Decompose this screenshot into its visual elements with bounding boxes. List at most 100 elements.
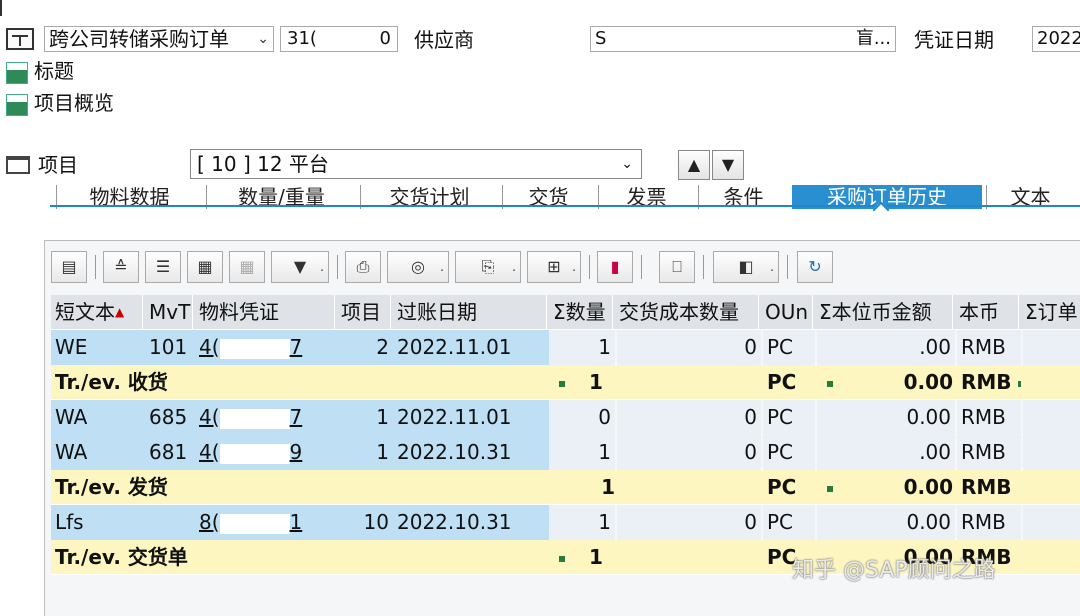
doc-suffix: 9	[290, 440, 303, 464]
cell-item: 1	[337, 435, 393, 470]
refresh-icon[interactable]: ↻	[797, 251, 833, 283]
cell-item: 2	[337, 330, 393, 365]
material-doc-link[interactable]: 4(7	[199, 405, 302, 429]
col-oun[interactable]: OUn	[761, 295, 813, 330]
date-field[interactable]: 2022	[1032, 26, 1080, 52]
watermark: 知乎 @SAP顾问之路	[792, 552, 996, 584]
table-row-subtotal[interactable]: Tr./ev. 发货 1 PC 0.00 RMB	[51, 470, 1080, 505]
cell-quantity: 0	[549, 400, 615, 435]
find-icon[interactable]: ▦	[187, 251, 223, 283]
cell-material-doc[interactable]: 4(7	[195, 330, 337, 365]
tree-item-overview-label: 项目概览	[34, 91, 114, 115]
cell-item: 1	[337, 400, 393, 435]
sort-descending-icon[interactable]: ☰	[145, 251, 181, 283]
date-label: 凭证日期	[914, 27, 994, 53]
chevron-down-icon: ⌄	[621, 150, 633, 178]
table-row[interactable]: Lfs 8(1 10 2022.10.31 1 0 PC 0.00 RMB	[51, 505, 1080, 540]
col-material-doc[interactable]: 物料凭证	[195, 295, 335, 330]
masked-text	[220, 444, 290, 464]
doc-type-select[interactable]: 跨公司转储采购订单 ⌄	[44, 26, 274, 52]
tab-underline	[50, 205, 1080, 207]
material-doc-link[interactable]: 4(7	[199, 335, 302, 359]
cell-posting-date: 2022.11.01	[393, 400, 549, 435]
cell-material-doc[interactable]: 8(1	[195, 505, 337, 540]
info-icon[interactable]: ⎕	[659, 251, 695, 283]
total-marker-icon	[827, 381, 833, 387]
cell-local-amount: .00	[817, 435, 955, 470]
cell-oun: PC	[763, 400, 815, 435]
vendor-value-tail: 盲...	[856, 27, 891, 51]
cell-local-amount: 0.00	[817, 505, 955, 540]
material-doc-link[interactable]: 8(1	[199, 510, 302, 534]
table-row-subtotal[interactable]: Tr./ev. 收货 1 PC 0.00 RMB	[51, 365, 1080, 400]
col-label: 短文本	[55, 300, 115, 324]
cell-delivery-cost-qty: 0	[617, 505, 761, 540]
cell-material-doc[interactable]: 4(9	[195, 435, 337, 470]
doc-type-value: 跨公司转储采购订单	[49, 27, 229, 51]
item-label: 项目	[38, 152, 78, 178]
print-icon[interactable]: ⎙	[345, 251, 381, 283]
col-short-text[interactable]: 短文本▲	[51, 295, 143, 330]
subtotal-qty: 1	[589, 370, 603, 394]
chart-icon[interactable]: ▮	[597, 251, 633, 283]
cell-quantity: 1	[549, 505, 615, 540]
cell-short-text: WE	[51, 330, 145, 365]
cell-short-text: WA	[51, 435, 145, 470]
table-row[interactable]: WA 685 4(7 1 2022.11.01 0 0 PC 0.00 RMB	[51, 400, 1080, 435]
cell-subtotal-label: Tr./ev. 交货单	[51, 540, 351, 575]
cell-mvt	[145, 505, 195, 540]
details-icon[interactable]: ▤	[51, 251, 87, 283]
selection-icon[interactable]: ◧.	[713, 251, 779, 283]
folder-icon	[6, 94, 28, 116]
cell-local-amount: .00	[817, 330, 955, 365]
cell-order	[1023, 435, 1080, 470]
cell-short-text: Lfs	[51, 505, 145, 540]
cell-order	[1023, 330, 1080, 365]
col-order[interactable]: Σ订单	[1021, 295, 1080, 330]
arrow-up-icon[interactable]: ▲	[678, 150, 710, 180]
views-icon[interactable]: ◎.	[387, 251, 449, 283]
document-icon[interactable]	[6, 28, 34, 50]
cell-local-amount: 0.00	[817, 470, 957, 505]
cell-currency: RMB	[957, 365, 1021, 400]
sort-ascending-icon[interactable]: ≙	[103, 251, 139, 283]
cell-posting-date: 2022.10.31	[393, 435, 549, 470]
arrow-down-icon[interactable]: ▼	[712, 150, 744, 180]
col-local-amount[interactable]: Σ本位币金额	[815, 295, 953, 330]
export-icon[interactable]: ⎘.	[455, 251, 521, 283]
cell-material-doc[interactable]: 4(7	[195, 400, 337, 435]
cell-oun: PC	[763, 365, 815, 400]
cell-local-amount: 0.00	[817, 400, 955, 435]
doc-number-field[interactable]: 31( 0	[280, 26, 398, 52]
material-doc-link[interactable]: 4(9	[199, 440, 302, 464]
item-folder-icon[interactable]	[6, 156, 30, 174]
masked-text	[220, 514, 290, 534]
doc-prefix: 8(	[199, 510, 220, 534]
cell-order	[1023, 400, 1080, 435]
col-currency[interactable]: 本币	[955, 295, 1019, 330]
table-row[interactable]: WE 101 4(7 2 2022.11.01 1 0 PC .00 RMB	[51, 330, 1080, 365]
table-row[interactable]: WA 681 4(9 1 2022.10.31 1 0 PC .00 RMB	[51, 435, 1080, 470]
toolbar-separator	[589, 255, 590, 279]
col-delivery-cost-qty[interactable]: 交货成本数量	[615, 295, 759, 330]
vendor-value: S	[595, 28, 606, 49]
cell-subtotal-label: Tr./ev. 收货	[51, 365, 351, 400]
vendor-label: 供应商	[414, 27, 474, 53]
cell-posting-date: 2022.11.01	[393, 330, 549, 365]
tree-item-overview[interactable]: 项目概览	[6, 90, 114, 116]
tree-item-title[interactable]: 标题	[6, 58, 74, 84]
find-next-icon[interactable]: ▦	[229, 251, 265, 283]
col-quantity[interactable]: Σ数量	[549, 295, 613, 330]
col-mvt[interactable]: MvT	[145, 295, 193, 330]
item-select[interactable]: [ 10 ] 12 平台 ⌄	[190, 149, 642, 179]
vendor-field[interactable]: S 盲...	[590, 26, 896, 52]
doc-prefix: 4(	[199, 335, 220, 359]
filter-icon[interactable]: ▼.	[271, 251, 329, 283]
col-posting-date[interactable]: 过账日期	[393, 295, 547, 330]
cell-quantity: 1	[549, 365, 619, 400]
header: 跨公司转储采购订单 ⌄ 31( 0 供应商 S 盲... 凭证日期 2022	[0, 0, 1080, 58]
col-item[interactable]: 项目	[337, 295, 391, 330]
layout-icon[interactable]: ⊞.	[527, 251, 581, 283]
cell-mvt: 681	[145, 435, 195, 470]
subtotal-amount: 0.00	[904, 470, 953, 505]
